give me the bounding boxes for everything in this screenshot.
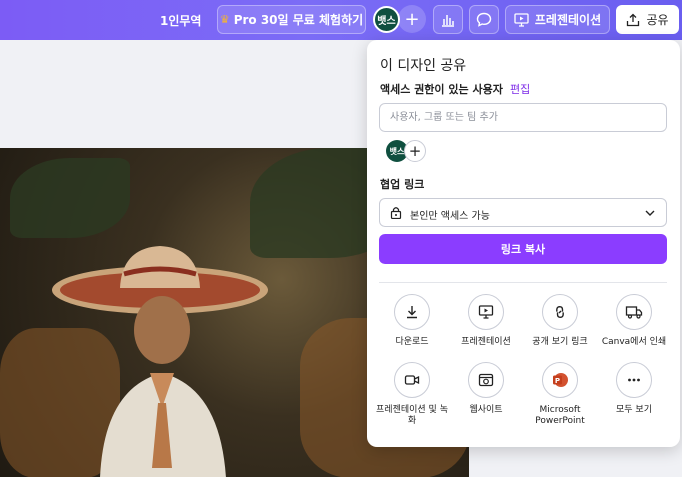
print-option[interactable]: Canva에서 인쇄	[597, 294, 671, 348]
more-icon	[628, 378, 640, 382]
add-people-input[interactable]	[379, 103, 667, 132]
chevron-down-icon	[645, 210, 655, 216]
present-label: 프레젠테이션	[534, 13, 602, 27]
print-label: Canva에서 인쇄	[601, 337, 667, 347]
lock-icon	[390, 207, 402, 219]
present-icon	[478, 305, 494, 319]
access-level-value: 본인만 액세스 가능	[410, 211, 490, 222]
truck-icon	[625, 306, 643, 319]
user-avatar[interactable]: 뱃스	[373, 6, 400, 33]
svg-text:P: P	[555, 377, 560, 385]
powerpoint-label: Microsoft PowerPoint	[535, 405, 585, 426]
copy-link-button[interactable]: 링크 복사	[379, 234, 667, 264]
share-panel: 이 디자인 공유 액세스 권한이 있는 사용자 편집 뱃스 + 협업 링크 본인…	[367, 40, 680, 447]
share-upload-icon	[627, 13, 640, 26]
website-icon	[478, 373, 494, 387]
download-icon	[407, 306, 417, 319]
divider	[379, 282, 667, 283]
share-button[interactable]: 공유	[616, 5, 679, 34]
present-record-label: 프레젠테이션 및 녹화	[376, 405, 448, 426]
bar-chart-icon	[442, 14, 454, 27]
insights-button[interactable]	[433, 5, 463, 34]
access-label: 액세스 권한이 있는 사용자	[380, 83, 503, 96]
website-label: 웹사이트	[469, 405, 503, 415]
add-person-button[interactable]: +	[404, 140, 426, 162]
present-label: 프레젠테이션	[461, 337, 511, 347]
editor-topbar: 1인무역 ♛ Pro 30일 무료 체험하기 뱃스 + 프레젠테이션 공유	[0, 0, 682, 40]
camera-icon	[404, 375, 420, 385]
present-record-option[interactable]: 프레젠테이션 및 녹화	[375, 362, 449, 427]
present-icon	[514, 12, 529, 27]
collab-link-label: 협업 링크	[380, 178, 425, 191]
download-option[interactable]: 다운로드	[375, 294, 449, 348]
crown-icon: ♛	[219, 13, 230, 26]
public-link-option[interactable]: 공개 보기 링크	[523, 294, 597, 348]
share-label: 공유	[646, 13, 669, 27]
add-collaborator-button[interactable]: +	[398, 5, 426, 33]
present-option[interactable]: 프레젠테이션	[449, 294, 523, 348]
edit-access-link[interactable]: 편집	[510, 81, 530, 97]
plus-icon: +	[408, 142, 422, 160]
website-option[interactable]: 웹사이트	[449, 362, 523, 416]
download-label: 다운로드	[395, 337, 429, 347]
powerpoint-icon: P	[553, 373, 568, 387]
plus-icon: +	[404, 8, 420, 30]
present-button[interactable]: 프레젠테이션	[505, 5, 610, 34]
person-with-sombrero	[52, 246, 268, 477]
comment-icon	[476, 12, 492, 27]
see-all-option[interactable]: 모두 보기	[597, 362, 671, 416]
see-all-label: 모두 보기	[616, 405, 652, 415]
access-level-select[interactable]: 본인만 액세스 가능	[379, 198, 667, 227]
link-icon	[556, 305, 564, 319]
public-link-label: 공개 보기 링크	[532, 337, 588, 347]
panel-title: 이 디자인 공유	[380, 58, 467, 74]
comments-button[interactable]	[469, 5, 499, 34]
powerpoint-option[interactable]: P Microsoft PowerPoint	[523, 362, 597, 427]
plan-label: 1인무역	[160, 14, 202, 28]
pro-trial-button[interactable]: ♛ Pro 30일 무료 체험하기	[217, 5, 366, 34]
pro-trial-label: Pro 30일 무료 체험하기	[233, 13, 364, 27]
